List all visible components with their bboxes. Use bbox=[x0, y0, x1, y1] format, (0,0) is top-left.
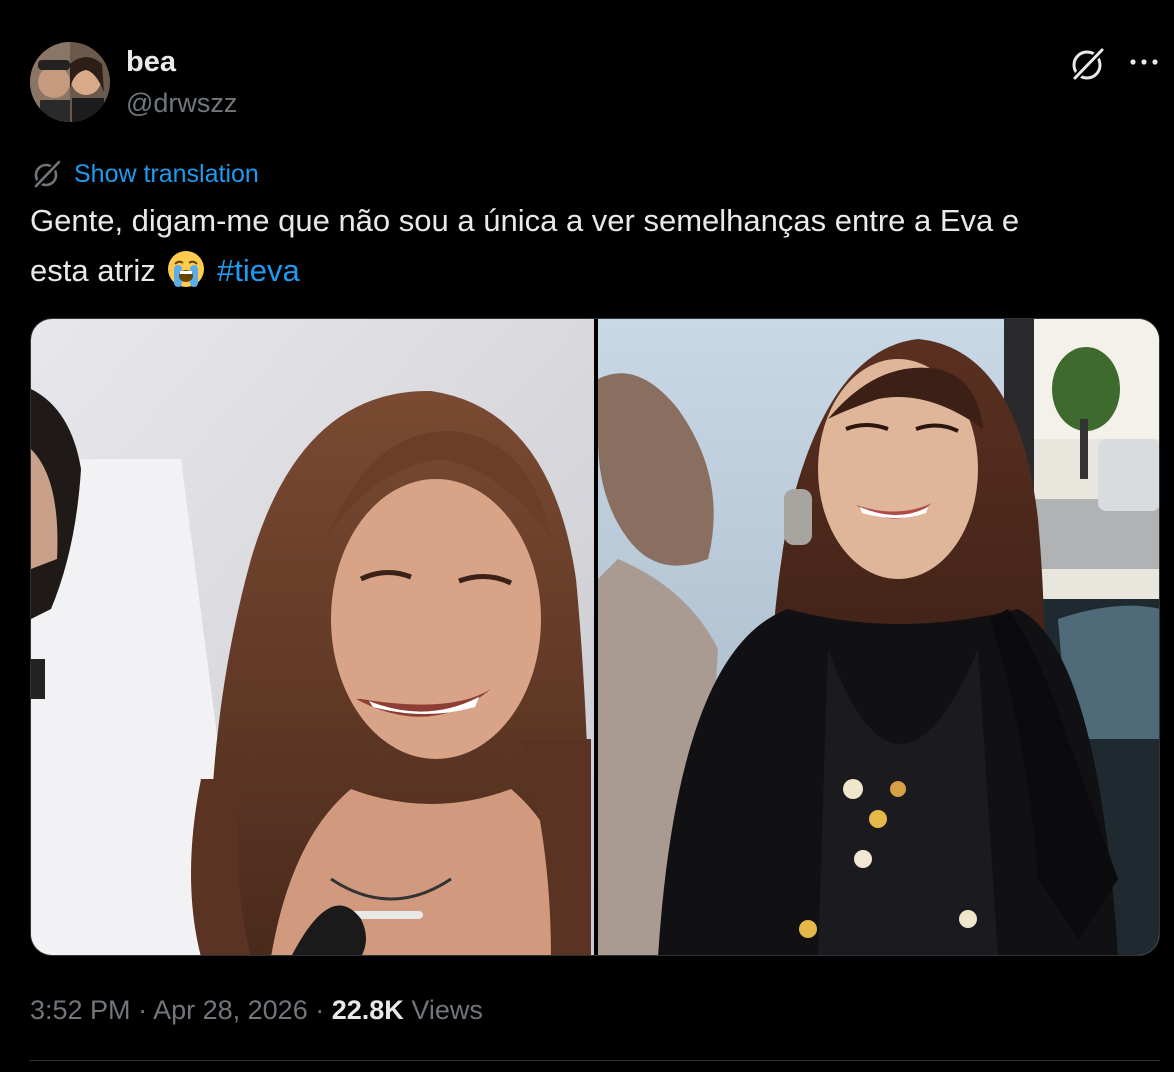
translate-icon bbox=[30, 157, 64, 191]
tweet: bea @drwszz Show translation Gente, diga… bbox=[0, 0, 1174, 1072]
tweet-text-line2: esta atriz bbox=[30, 253, 156, 288]
tweet-meta: 3:52 PM · Apr 28, 2026 · 22.8K Views bbox=[30, 990, 483, 1030]
divider bbox=[30, 1060, 1160, 1061]
views-label: Views bbox=[411, 995, 483, 1025]
show-translation[interactable]: Show translation bbox=[30, 156, 259, 192]
tweet-text-line1: Gente, digam-me que não sou a única a ve… bbox=[30, 203, 1020, 238]
timestamp-time[interactable]: 3:52 PM bbox=[30, 995, 131, 1025]
grok-icon[interactable] bbox=[1068, 44, 1108, 84]
crying-face-emoji-icon bbox=[166, 249, 206, 289]
photo-left[interactable] bbox=[31, 319, 594, 955]
show-translation-link[interactable]: Show translation bbox=[74, 157, 259, 191]
user-handle[interactable]: @drwszz bbox=[126, 86, 237, 120]
meta-separator: · bbox=[138, 995, 148, 1025]
meta-separator-2: · bbox=[315, 995, 325, 1025]
tweet-text: Gente, digam-me que não sou a única a ve… bbox=[30, 196, 1140, 296]
display-name[interactable]: bea bbox=[126, 44, 176, 80]
photo-right[interactable] bbox=[598, 319, 1159, 955]
timestamp-date[interactable]: Apr 28, 2026 bbox=[153, 995, 308, 1025]
avatar[interactable] bbox=[30, 42, 110, 122]
media-grid[interactable] bbox=[30, 318, 1160, 956]
hashtag-link[interactable]: #tieva bbox=[217, 253, 300, 288]
views-count[interactable]: 22.8K bbox=[332, 995, 404, 1025]
more-icon[interactable] bbox=[1126, 50, 1162, 74]
